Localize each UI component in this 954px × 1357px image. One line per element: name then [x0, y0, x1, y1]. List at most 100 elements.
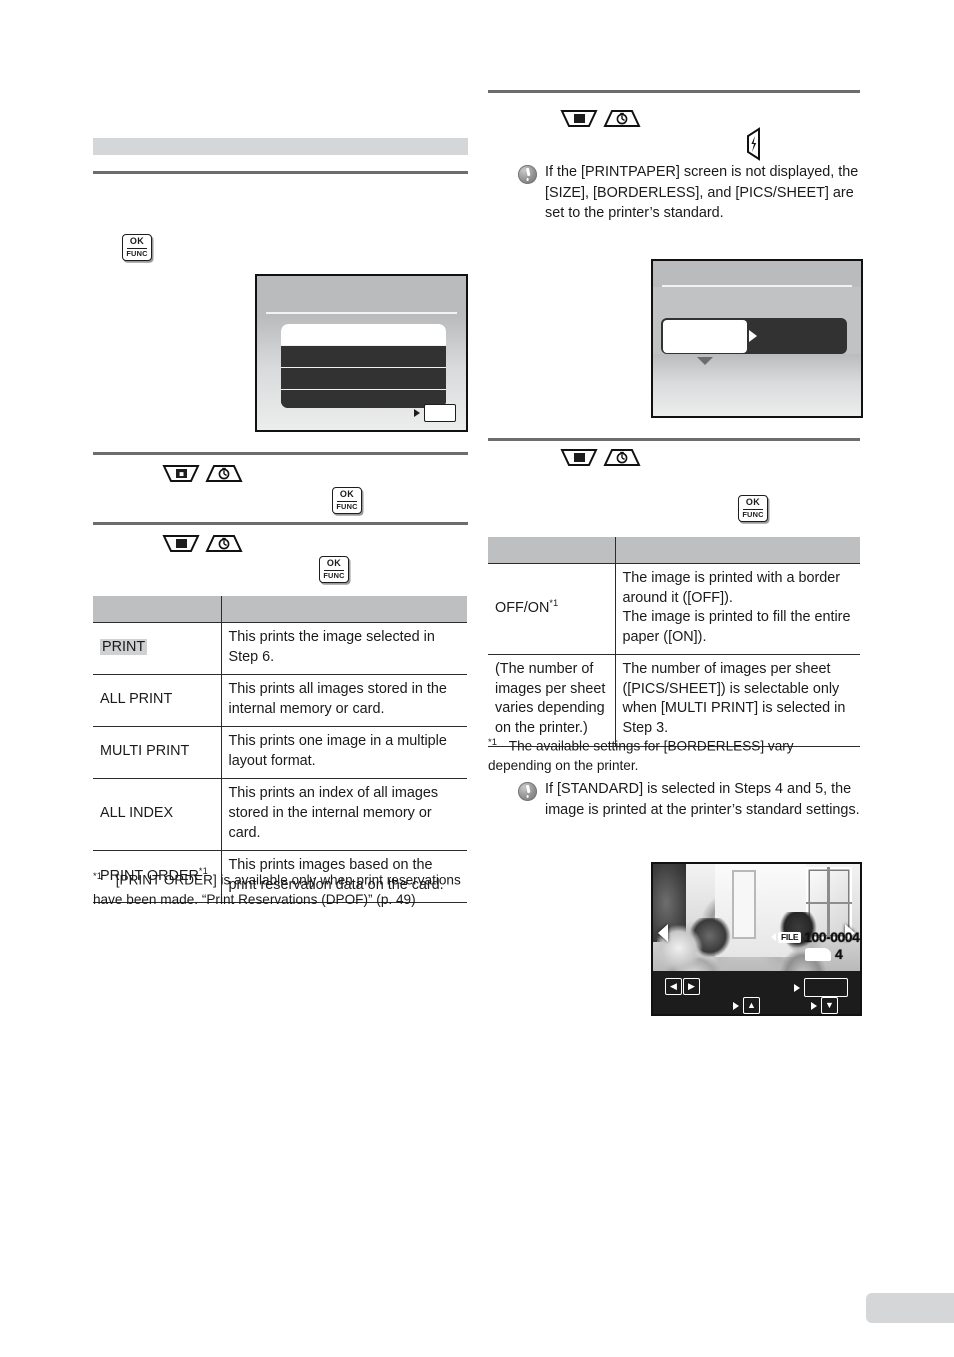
pad-icons-group[interactable] — [560, 448, 641, 467]
table-cell-option: MULTI PRINT — [93, 726, 221, 779]
control-up[interactable]: ▲ — [733, 997, 760, 1014]
func-label: FUNC — [126, 249, 148, 259]
note-standard: If [STANDARD] is selected in Steps 4 and… — [518, 779, 860, 820]
flash-left-pad-icon[interactable] — [744, 127, 761, 161]
caution-exclamation-icon — [518, 165, 537, 184]
right-arrow-key-icon[interactable]: ▶ — [683, 978, 700, 995]
left-step-rule-2 — [93, 452, 468, 455]
ok-label: OK — [339, 489, 355, 500]
table-row: ALL PRINT This prints all images stored … — [93, 674, 467, 727]
file-number-label: 100-0004 — [804, 929, 860, 945]
lcd-title-underline — [662, 285, 852, 287]
lcd-photo-playback-screen: FILE 100-0004 4 ◀ ▶ ▲ ▼ — [651, 862, 862, 1016]
footnote-mark: *1 — [488, 737, 497, 748]
footnote-mark: *1 — [93, 871, 102, 882]
option-label: OFF/ON — [495, 600, 550, 617]
pad-icons-group[interactable] — [560, 109, 641, 128]
lcd-setting-row[interactable] — [661, 318, 847, 354]
lcd-title-band — [653, 261, 861, 287]
table-cell-option: ALL INDEX — [93, 778, 221, 851]
control-down[interactable]: ▼ — [811, 997, 838, 1014]
left-footnote: *1 [PRINT ORDER] is available only when … — [93, 870, 465, 909]
ok-label: OK — [326, 558, 342, 569]
ok-func-button-icon[interactable]: OK FUNC — [738, 495, 768, 522]
svg-text:■: ■ — [179, 470, 184, 479]
self-timer-up-pad-icon[interactable] — [205, 464, 243, 483]
lcd-menu-row[interactable] — [281, 324, 446, 345]
table-cell-option: OFF/ON*1 — [488, 562, 615, 655]
right-step-rule-1 — [488, 90, 860, 93]
ok-label: OK — [745, 497, 761, 508]
chevron-right-icon — [431, 325, 442, 344]
footnote-text: [PRINT ORDER] is available only when pri… — [93, 872, 461, 907]
left-arrow-key-icon[interactable]: ◀ — [665, 978, 682, 995]
table-cell-description: This prints the image selected in Step 6… — [220, 621, 467, 675]
lcd-setting-value-field[interactable] — [662, 319, 747, 353]
note-printpaper: If the [PRINTPAPER] screen is not displa… — [518, 162, 860, 224]
up-arrow-key-icon[interactable]: ▲ — [743, 997, 760, 1014]
footnote-text: The available settings for [BORDERLESS] … — [488, 738, 794, 773]
chevron-right-icon — [749, 330, 757, 342]
caution-exclamation-icon — [518, 782, 537, 801]
self-timer-up-pad-icon[interactable] — [603, 109, 641, 128]
hint-arrow-icon — [414, 409, 420, 417]
lcd-lower-fade — [653, 354, 861, 416]
table-row: PRINT This prints the image selected in … — [93, 621, 467, 675]
exposure-compensation-down-pad-icon[interactable]: ■ — [162, 464, 200, 483]
left-step-rule-3 — [93, 522, 468, 525]
hint-arrow-icon — [794, 983, 800, 992]
section-heading-text — [99, 139, 459, 154]
ok-func-button-icon[interactable]: OK FUNC — [122, 234, 152, 261]
down-arrow-key-icon[interactable]: ▼ — [821, 997, 838, 1014]
file-badge: FILE — [771, 931, 802, 943]
option-label: MULTI PRINT — [100, 743, 190, 760]
table-cell-option: ALL PRINT — [93, 674, 221, 727]
lcd-menu-row[interactable] — [281, 367, 446, 389]
hint-arrow-icon — [811, 1001, 817, 1010]
control-left-right[interactable]: ◀ ▶ — [665, 978, 700, 995]
table-cell-option: PRINT — [93, 621, 221, 675]
note-text: If the [PRINTPAPER] screen is not displa… — [545, 164, 859, 222]
manual-page: OK FUNC ■ OK FUNC OK FUNC PRINT This pri… — [0, 0, 954, 1357]
exposure-compensation-down-pad-icon[interactable] — [560, 109, 598, 128]
table-header-description — [220, 596, 467, 623]
file-info-overlay: FILE 100-0004 — [771, 929, 860, 945]
table-cell-description: This prints one image in a multiple layo… — [220, 726, 467, 779]
lcd-hint-ok — [414, 404, 456, 422]
card-icon — [805, 948, 831, 961]
self-timer-up-pad-icon[interactable] — [205, 534, 243, 553]
self-timer-up-pad-icon[interactable] — [603, 448, 641, 467]
control-label-box[interactable] — [804, 978, 848, 997]
option-footnote-mark: *1 — [549, 598, 559, 609]
pad-icons-group[interactable] — [162, 534, 243, 553]
ok-func-button-icon[interactable]: OK FUNC — [319, 556, 349, 583]
lcd-title-underline — [266, 312, 457, 314]
note-text: If [STANDARD] is selected in Steps 4 and… — [545, 781, 860, 818]
lcd-menu-list[interactable] — [281, 324, 446, 408]
table-cell-description: This prints an index of all images store… — [220, 778, 467, 851]
table-header-description — [614, 537, 860, 564]
exposure-compensation-down-pad-icon[interactable] — [162, 534, 200, 553]
table-header-option — [488, 537, 615, 564]
hint-arrow-icon — [733, 1001, 739, 1010]
lcd-setting-screen — [651, 259, 863, 418]
file-badge-arrow-icon — [771, 933, 776, 941]
table-header-row — [93, 596, 467, 623]
photo-window-mullion-horizontal — [806, 901, 852, 904]
print-mode-table: PRINT This prints the image selected in … — [93, 596, 467, 904]
lcd-menu-screen — [255, 274, 468, 432]
left-step-rule-1 — [93, 171, 468, 174]
func-label: FUNC — [336, 502, 358, 512]
option-label: (The number of images per sheet varies d… — [495, 661, 606, 737]
previous-image-arrow-icon[interactable] — [658, 924, 668, 942]
control-ok-label[interactable] — [794, 978, 848, 997]
card-number-label: 4 — [835, 946, 843, 962]
ok-label: OK — [129, 236, 145, 247]
ok-func-button-icon[interactable]: OK FUNC — [332, 487, 362, 514]
page-number-tab — [866, 1293, 954, 1323]
pad-icons-group[interactable]: ■ — [162, 464, 243, 483]
exposure-compensation-down-pad-icon[interactable] — [560, 448, 598, 467]
lcd-menu-row[interactable] — [281, 345, 446, 367]
photo-control-bar: ◀ ▶ ▲ ▼ — [653, 971, 860, 1014]
table-row: OFF/ON*1 The image is printed with a bor… — [488, 562, 860, 655]
